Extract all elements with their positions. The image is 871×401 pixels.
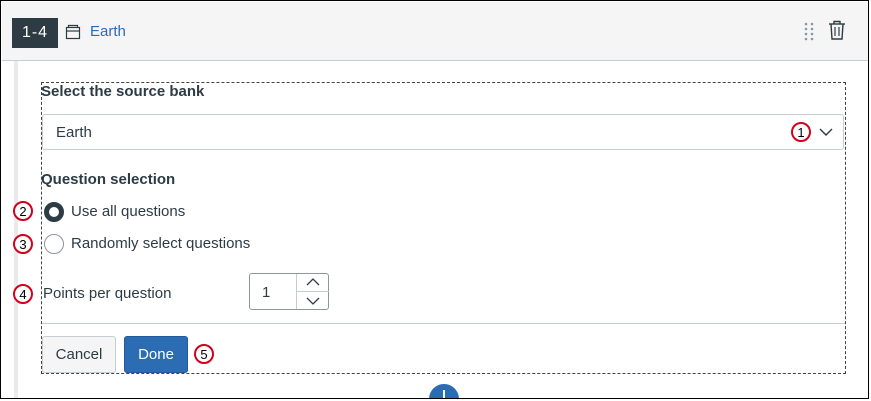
trash-icon[interactable]: [828, 20, 846, 40]
callout-marker-2: 2: [13, 201, 33, 221]
group-left-rule: [14, 61, 18, 398]
question-bank-icon: [65, 24, 81, 40]
increment-button[interactable]: [297, 274, 329, 292]
decrement-button[interactable]: [297, 292, 329, 309]
source-bank-select[interactable]: Earth: [42, 114, 844, 150]
plus-icon: [443, 390, 445, 398]
callout-marker-1: 1: [791, 122, 811, 142]
random-select-label: Randomly select questions: [71, 235, 251, 252]
random-select-radio[interactable]: [44, 234, 64, 254]
points-stepper[interactable]: 1: [249, 273, 329, 310]
use-all-label: Use all questions: [71, 203, 186, 220]
bank-name-link[interactable]: Earth: [90, 23, 126, 40]
drag-handle-icon[interactable]: [804, 21, 814, 41]
source-bank-label: Select the source bank: [41, 83, 205, 100]
chevron-up-icon: [306, 278, 320, 286]
add-question-button[interactable]: [429, 384, 459, 398]
points-value[interactable]: 1: [262, 284, 270, 301]
done-button[interactable]: Done: [124, 336, 188, 373]
footer-divider: [42, 323, 845, 324]
points-per-question-label: Points per question: [43, 285, 172, 302]
callout-marker-5: 5: [194, 344, 214, 364]
callout-marker-4: 4: [13, 284, 33, 304]
chevron-down-icon: [306, 297, 320, 305]
use-all-radio[interactable]: [44, 202, 64, 222]
question-selection-label: Question selection: [41, 171, 176, 188]
quiz-question-group: 1-4 Earth Select the source bank Earth Q…: [0, 0, 869, 399]
group-header: 1-4 Earth: [2, 2, 868, 61]
chevron-down-icon: [819, 128, 833, 136]
source-bank-selected-value: Earth: [56, 124, 92, 141]
callout-marker-3: 3: [13, 234, 33, 254]
stepper-buttons: [296, 274, 329, 309]
cancel-button[interactable]: Cancel: [42, 336, 116, 373]
range-badge: 1-4: [12, 18, 58, 48]
